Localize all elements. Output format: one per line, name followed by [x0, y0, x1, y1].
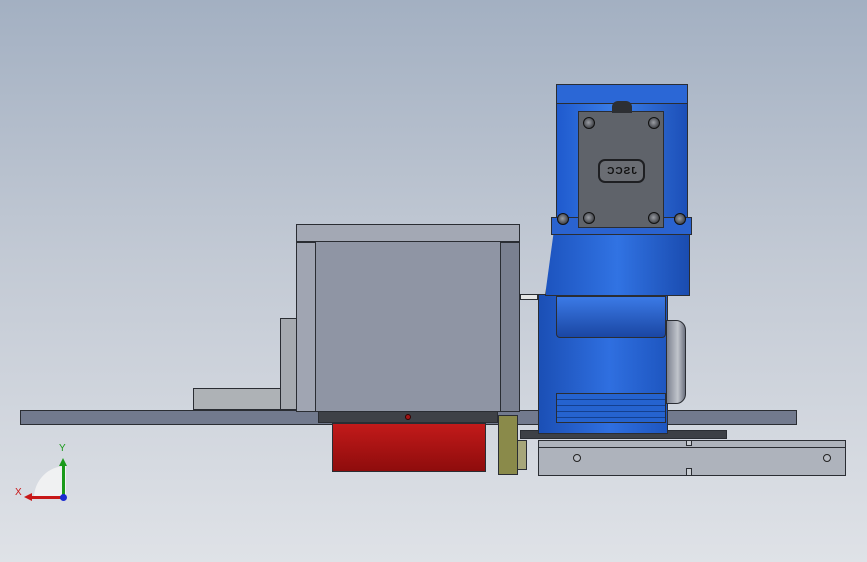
- olive-bracket-cap: [517, 440, 527, 470]
- triad-y-label: Y: [59, 443, 66, 454]
- left-l-bracket-upright: [280, 318, 297, 410]
- cad-viewport[interactable]: JSCC Y X: [0, 0, 867, 562]
- flange-bolt-left: [557, 213, 569, 225]
- rail-slot-2: [686, 468, 692, 476]
- cover-bolt-bottom-right: [648, 212, 660, 224]
- motor-cover-nub: [612, 101, 632, 113]
- linear-rail-groove: [538, 447, 846, 448]
- triad-x-axis: [30, 496, 64, 499]
- cover-bolt-bottom-left: [583, 212, 595, 224]
- gearbox-housing-right-panel: [500, 242, 520, 412]
- rail-slot-1: [686, 440, 692, 446]
- motor-lower-fins: [556, 393, 666, 423]
- triad-x-label: X: [15, 487, 22, 498]
- model-scene: JSCC: [0, 0, 867, 562]
- axis-triad: Y X: [14, 440, 74, 505]
- red-roller: [332, 423, 486, 472]
- cover-bolt-top-left: [583, 117, 595, 129]
- housing-red-dot: [405, 414, 411, 420]
- rail-hole-right: [823, 454, 831, 462]
- triad-y-arrow-icon: [59, 458, 67, 466]
- olive-bracket: [498, 415, 518, 475]
- triad-x-arrow-icon: [24, 493, 32, 501]
- linear-rail: [538, 440, 846, 476]
- triad-origin-z: [60, 494, 67, 501]
- motor-mount-slot: [556, 296, 666, 338]
- shaft-coupling: [520, 294, 538, 300]
- gearbox-housing-left-panel: [296, 242, 316, 412]
- gearbox-housing-top-lip: [296, 224, 520, 242]
- flange-bolt-right: [674, 213, 686, 225]
- cover-bolt-top-right: [648, 117, 660, 129]
- motor-brand-plate: JSCC: [598, 159, 645, 183]
- triad-y-axis: [62, 462, 65, 498]
- output-flange: [666, 320, 686, 404]
- gearbox-housing: [296, 224, 520, 412]
- rail-hole-left: [573, 454, 581, 462]
- motor-neck: [545, 232, 690, 296]
